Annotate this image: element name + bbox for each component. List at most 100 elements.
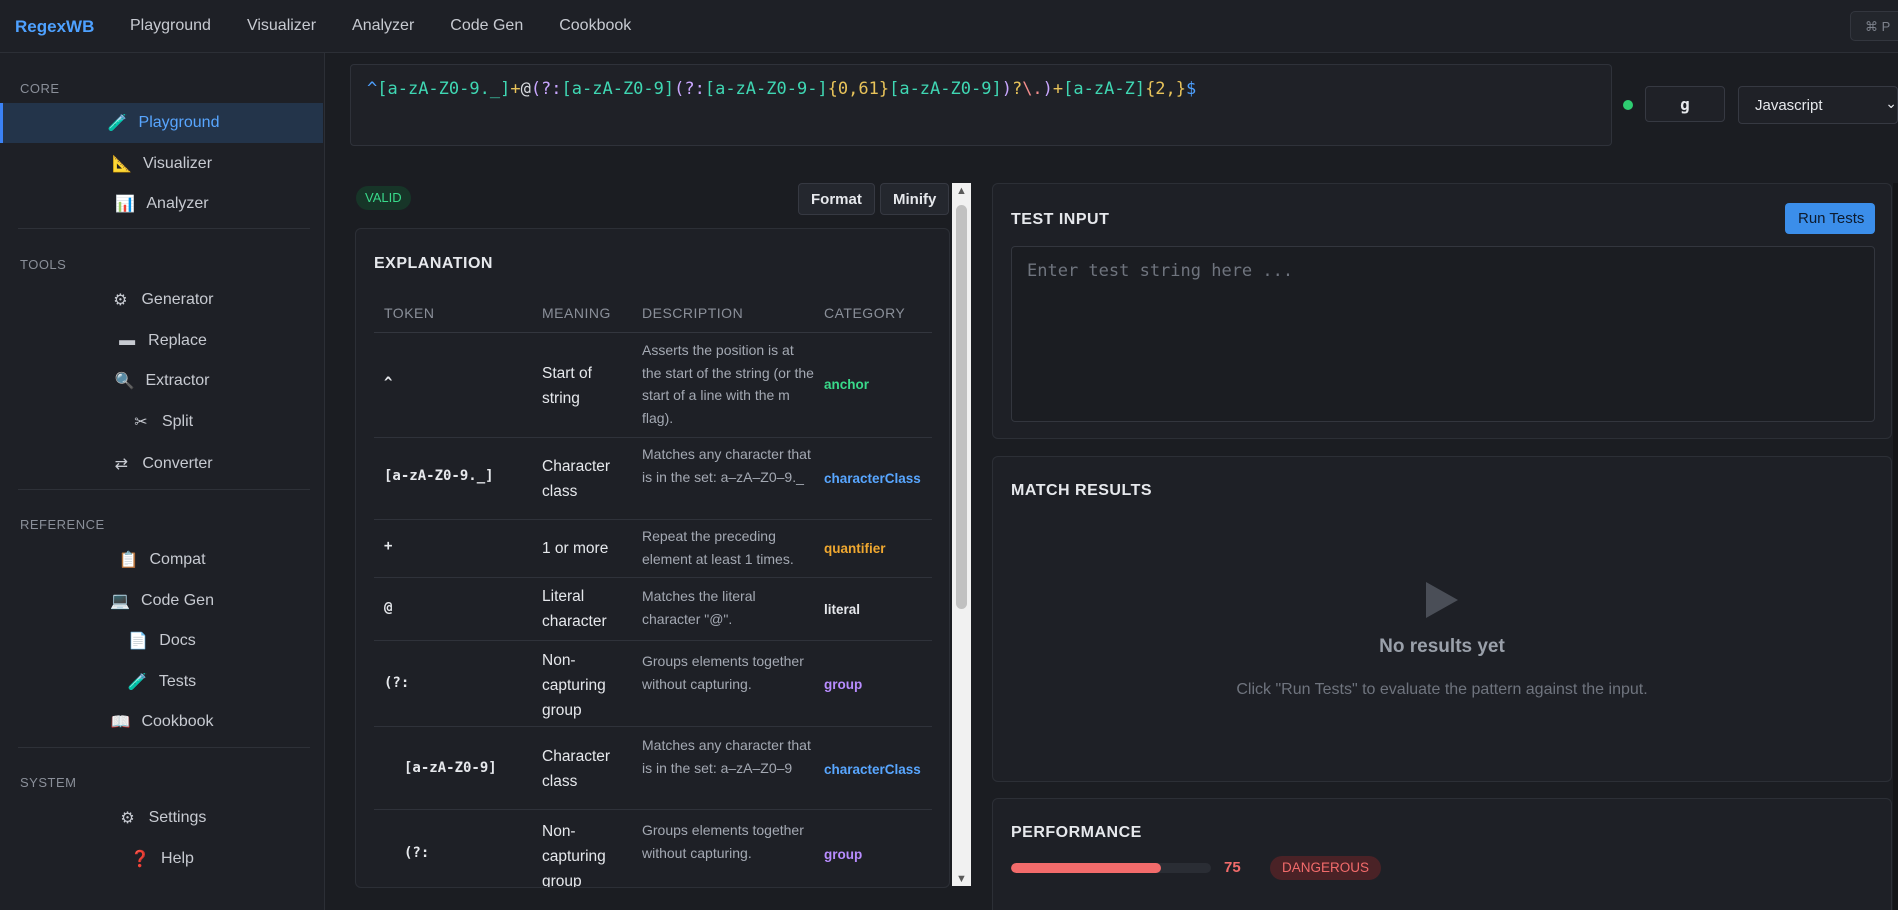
- document-icon: 📄: [128, 633, 149, 650]
- category-cell: literal: [824, 602, 861, 617]
- sidebar-item-code-gen[interactable]: 💻 Code Gen: [0, 581, 323, 621]
- sidebar-item-tests[interactable]: 🧪 Tests: [0, 662, 323, 702]
- clipboard-icon: 📋: [118, 552, 139, 569]
- performance-title: PERFORMANCE: [1011, 824, 1142, 841]
- run-tests-button[interactable]: Run Tests: [1785, 203, 1875, 234]
- regex-token: +: [510, 79, 521, 99]
- meaning-cell: Character class: [542, 748, 611, 790]
- meaning-cell: 1 or more: [542, 540, 609, 557]
- regex-token: [a-zA-Z0-9]: [889, 79, 1002, 99]
- explanation-panel: EXPLANATION TOKEN MEANING DESCRIPTION CA…: [355, 228, 950, 888]
- regex-token: (?:: [674, 79, 705, 99]
- sidebar-item-replace[interactable]: ▬ Replace: [0, 321, 323, 361]
- sidebar-item-label: Code Gen: [141, 592, 214, 609]
- sidebar-item-analyzer[interactable]: 📊 Analyzer: [0, 184, 323, 224]
- minify-button[interactable]: Minify: [880, 183, 950, 215]
- sidebar-item-converter[interactable]: ⇄ Converter: [0, 444, 323, 484]
- replace-icon: ▬: [119, 332, 136, 349]
- sidebar-item-label: Cookbook: [141, 713, 214, 730]
- token-cell: ^: [384, 375, 393, 391]
- scroll-up-arrow-icon[interactable]: ▲: [956, 185, 967, 197]
- bar-chart-icon: 📊: [115, 196, 136, 213]
- sidebar-item-docs[interactable]: 📄 Docs: [0, 621, 323, 661]
- sidebar-divider: [18, 228, 310, 229]
- description-cell: Repeat the preceding element at least 1 …: [642, 528, 794, 567]
- performance-bar: [1011, 863, 1211, 873]
- category-cell: characterClass: [824, 762, 921, 777]
- sidebar-item-split[interactable]: ✂ Split: [0, 402, 323, 442]
- test-tube-icon: 🧪: [107, 115, 128, 132]
- sidebar-item-label: Extractor: [145, 372, 210, 389]
- match-results-title: MATCH RESULTS: [1011, 482, 1153, 499]
- regex-token: ?: [1011, 79, 1023, 99]
- performance-score: 75: [1224, 859, 1241, 876]
- table-row: (?: Non-capturing group Groups elements …: [374, 641, 932, 727]
- table-row: @ Literal character Matches the literal …: [374, 578, 932, 641]
- flags-input[interactable]: g: [1645, 86, 1725, 122]
- right-edge-strip: [1893, 183, 1898, 910]
- regex-token: \.: [1022, 79, 1043, 99]
- regex-token: [a-zA-Z]: [1063, 79, 1146, 99]
- question-icon: ❓: [130, 851, 150, 868]
- description-cell: Groups elements together without capturi…: [642, 822, 804, 861]
- token-cell: (?:: [404, 845, 430, 861]
- column-header-description: DESCRIPTION: [642, 305, 744, 321]
- scroll-down-arrow-icon[interactable]: ▼: [956, 873, 967, 885]
- sidebar-section-label: TOOLS: [20, 257, 67, 272]
- brand-logo[interactable]: RegexWB: [15, 17, 94, 37]
- sidebar-item-playground[interactable]: 🧪 Playground: [0, 103, 323, 143]
- command-palette-shortcut[interactable]: ⌘ P: [1850, 11, 1898, 41]
- meaning-cell: Start of string: [542, 365, 592, 407]
- chevron-down-icon: ⌄: [1885, 95, 1897, 111]
- scrollbar-thumb[interactable]: [956, 205, 967, 609]
- meaning-cell: Non-capturing group: [542, 823, 606, 888]
- nav-link-visualizer[interactable]: Visualizer: [247, 17, 316, 35]
- meaning-cell: Literal character: [542, 588, 607, 630]
- language-select[interactable]: Javascript ⌄: [1738, 86, 1898, 124]
- gear-icon: ⚙: [120, 810, 135, 827]
- table-row: [a-zA-Z0-9._] Character class Matches an…: [374, 438, 932, 520]
- sidebar-item-generator[interactable]: ⚙ Generator: [0, 280, 323, 320]
- sidebar-item-settings[interactable]: ⚙ Settings: [0, 798, 323, 838]
- sidebar-item-label: Visualizer: [142, 155, 213, 172]
- regex-input[interactable]: ^[a-zA-Z0-9._]+@(?:[a-zA-Z0-9](?:[a-zA-Z…: [350, 64, 1612, 146]
- explanation-scrollbar[interactable]: ▲ ▼: [952, 183, 971, 886]
- table-row: (?: Non-capturing group Groups elements …: [374, 810, 932, 888]
- nav-link-code-gen[interactable]: Code Gen: [450, 17, 523, 35]
- sidebar-item-compat[interactable]: 📋 Compat: [0, 540, 323, 580]
- sidebar-item-visualizer[interactable]: 📐 Visualizer: [0, 144, 323, 184]
- regex-pattern[interactable]: ^[a-zA-Z0-9._]+@(?:[a-zA-Z0-9](?:[a-zA-Z…: [367, 79, 1196, 99]
- magnifier-icon: 🔍: [114, 373, 135, 390]
- regex-token: ): [1042, 79, 1053, 99]
- category-cell: characterClass: [824, 471, 921, 486]
- sidebar: CORE 🧪 Playground 📐 Visualizer 📊 Analyze…: [0, 53, 325, 910]
- test-string-textarea[interactable]: Enter test string here ...: [1011, 246, 1875, 422]
- sidebar-item-label: Tests: [158, 673, 197, 690]
- sidebar-item-extractor[interactable]: 🔍 Extractor: [0, 361, 323, 401]
- sidebar-item-help[interactable]: ❓ Help: [0, 839, 323, 879]
- gear-icon: ⚙: [113, 292, 128, 309]
- regex-token: [a-zA-Z0-9._]: [377, 79, 511, 99]
- regex-token: (?:: [530, 79, 562, 99]
- play-icon: [1426, 582, 1458, 618]
- category-cell: quantifier: [824, 541, 886, 556]
- regex-token: [a-zA-Z0-9-]: [704, 79, 828, 99]
- description-cell: Asserts the position is at the start of …: [642, 342, 814, 426]
- nav-link-playground[interactable]: Playground: [130, 17, 211, 35]
- sidebar-item-label: Compat: [149, 551, 206, 568]
- token-cell: (?:: [384, 675, 410, 691]
- nav-link-cookbook[interactable]: Cookbook: [559, 17, 631, 35]
- regex-token: ): [1001, 79, 1012, 99]
- nav-link-analyzer[interactable]: Analyzer: [352, 17, 414, 35]
- ruler-icon: 📐: [111, 156, 132, 173]
- regex-token: $: [1186, 79, 1197, 99]
- sidebar-item-cookbook[interactable]: 📖 Cookbook: [0, 702, 323, 742]
- format-button[interactable]: Format: [798, 183, 875, 215]
- sidebar-item-label: Docs: [159, 632, 196, 649]
- explanation-title: EXPLANATION: [374, 255, 493, 272]
- sidebar-section-label: SYSTEM: [20, 775, 77, 790]
- sidebar-item-label: Replace: [148, 332, 207, 349]
- regex-token: @: [520, 79, 531, 99]
- column-header-meaning: MEANING: [542, 305, 611, 321]
- test-tube-icon: 🧪: [127, 674, 148, 691]
